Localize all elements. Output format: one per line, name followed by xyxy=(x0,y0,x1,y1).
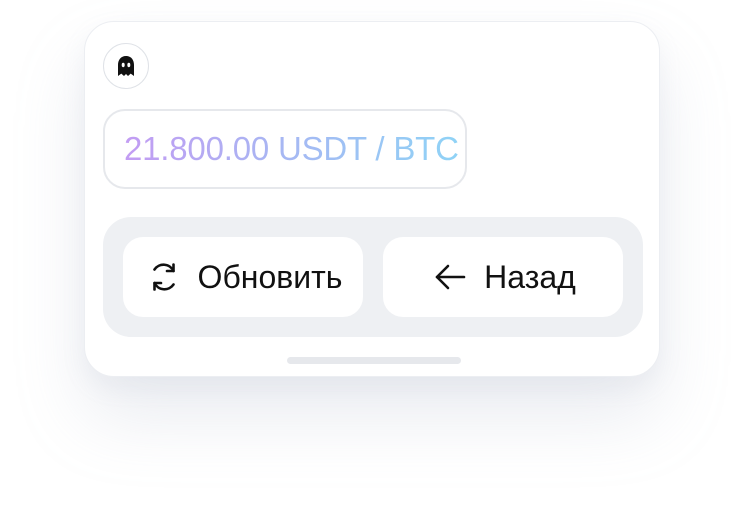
back-button[interactable]: Назад xyxy=(383,237,623,317)
avatar[interactable] xyxy=(103,43,149,89)
price-display: 21.800.00 USDT / BTC xyxy=(103,109,467,189)
refresh-button[interactable]: Обновить xyxy=(123,237,363,317)
actions-panel: Обновить Назад xyxy=(103,217,643,337)
refresh-button-label: Обновить xyxy=(197,258,343,295)
refresh-icon xyxy=(144,257,184,297)
arrow-left-icon xyxy=(430,257,470,297)
price-text: 21.800.00 USDT / BTC xyxy=(124,130,459,167)
widget-card: 21.800.00 USDT / BTC Обновить Назад xyxy=(84,21,660,377)
ghost-icon xyxy=(118,56,134,76)
back-button-label: Назад xyxy=(484,258,576,295)
drag-handle[interactable] xyxy=(287,357,461,364)
